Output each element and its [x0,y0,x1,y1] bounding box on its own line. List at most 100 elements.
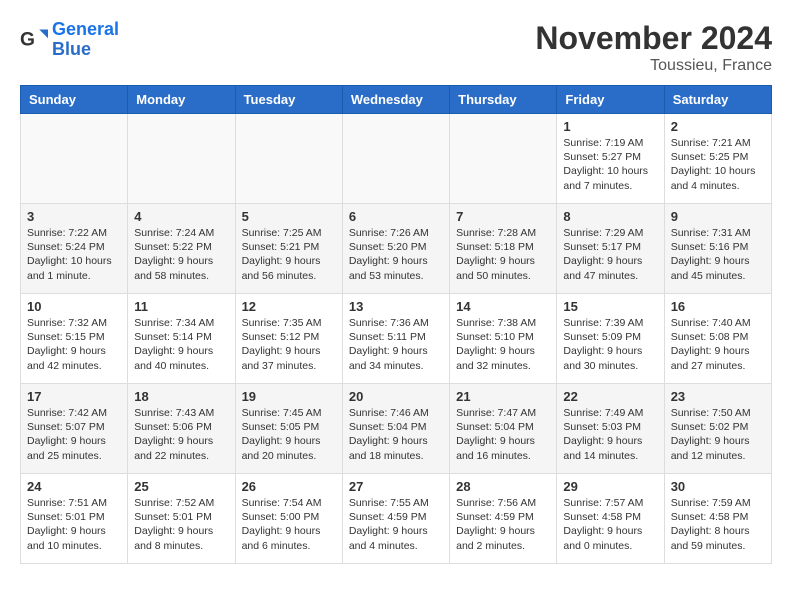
weekday-header-sunday: Sunday [21,86,128,114]
calendar-cell: 6 Sunrise: 7:26 AMSunset: 5:20 PMDaylight… [342,204,449,294]
day-info: Sunrise: 7:42 AMSunset: 5:07 PMDaylight:… [27,406,121,463]
day-info: Sunrise: 7:25 AMSunset: 5:21 PMDaylight:… [242,226,336,283]
calendar-cell [21,114,128,204]
day-number: 7 [456,209,550,224]
day-number: 21 [456,389,550,404]
calendar-cell: 29Sunrise: 7:57 AMSunset: 4:58 PMDayligh… [557,474,664,564]
day-number: 4 [134,209,228,224]
day-number: 17 [27,389,121,404]
calendar-cell: 17 Sunrise: 7:42 AMSunset: 5:07 PMDayligh… [21,384,128,474]
day-number: 22 [563,389,657,404]
day-number: 24 [27,479,121,494]
day-number: 20 [349,389,443,404]
day-info: Sunrise: 7:28 AMSunset: 5:18 PMDaylight:… [456,226,550,283]
calendar-cell: 10 Sunrise: 7:32 AMSunset: 5:15 PMDayligh… [21,294,128,384]
day-info: Sunrise: 7:26 AMSunset: 5:20 PMDaylight:… [349,226,443,283]
day-number: 3 [27,209,121,224]
calendar-cell: 11 Sunrise: 7:34 AMSunset: 5:14 PMDayligh… [128,294,235,384]
calendar-cell: 4 Sunrise: 7:24 AMSunset: 5:22 PMDaylight… [128,204,235,294]
day-info: Sunrise: 7:52 AMSunset: 5:01 PMDaylight:… [134,496,228,553]
week-row-4: 17 Sunrise: 7:42 AMSunset: 5:07 PMDayligh… [21,384,772,474]
day-number: 28 [456,479,550,494]
location: Toussieu, France [535,57,772,75]
calendar-cell: 21 Sunrise: 7:47 AMSunset: 5:04 PMDayligh… [450,384,557,474]
calendar-cell: 19Sunrise: 7:45 AMSunset: 5:05 PMDayligh… [235,384,342,474]
day-info: Sunrise: 7:21 AMSunset: 5:25 PMDaylight:… [671,136,765,193]
day-info: Sunrise: 7:31 AMSunset: 5:16 PMDaylight:… [671,226,765,283]
day-info: Sunrise: 7:38 AMSunset: 5:10 PMDaylight:… [456,316,550,373]
weekday-header-wednesday: Wednesday [342,86,449,114]
calendar-cell: 26 Sunrise: 7:54 AMSunset: 5:00 PMDayligh… [235,474,342,564]
calendar-cell: 5Sunrise: 7:25 AMSunset: 5:21 PMDaylight… [235,204,342,294]
weekday-header-saturday: Saturday [664,86,771,114]
day-number: 29 [563,479,657,494]
day-info: Sunrise: 7:46 AMSunset: 5:04 PMDaylight:… [349,406,443,463]
month-title: November 2024 [535,20,772,57]
day-info: Sunrise: 7:45 AMSunset: 5:05 PMDaylight:… [242,406,336,463]
day-number: 2 [671,119,765,134]
day-info: Sunrise: 7:59 AMSunset: 4:58 PMDaylight:… [671,496,765,553]
week-row-1: 1 Sunrise: 7:19 AMSunset: 5:27 PMDaylight… [21,114,772,204]
logo-line1: General [52,19,119,39]
weekday-header-monday: Monday [128,86,235,114]
calendar-cell: 27 Sunrise: 7:55 AMSunset: 4:59 PMDayligh… [342,474,449,564]
day-info: Sunrise: 7:22 AMSunset: 5:24 PMDaylight:… [27,226,121,283]
calendar-cell: 14 Sunrise: 7:38 AMSunset: 5:10 PMDayligh… [450,294,557,384]
calendar-cell: 3 Sunrise: 7:22 AMSunset: 5:24 PMDaylight… [21,204,128,294]
day-number: 9 [671,209,765,224]
day-number: 14 [456,299,550,314]
weekday-header-friday: Friday [557,86,664,114]
day-number: 15 [563,299,657,314]
day-info: Sunrise: 7:43 AMSunset: 5:06 PMDaylight:… [134,406,228,463]
day-number: 6 [349,209,443,224]
calendar-cell: 23 Sunrise: 7:50 AMSunset: 5:02 PMDayligh… [664,384,771,474]
calendar-cell: 2 Sunrise: 7:21 AMSunset: 5:25 PMDaylight… [664,114,771,204]
title-block: November 2024 Toussieu, France [535,20,772,75]
day-number: 1 [563,119,657,134]
calendar-cell: 18 Sunrise: 7:43 AMSunset: 5:06 PMDayligh… [128,384,235,474]
day-info: Sunrise: 7:55 AMSunset: 4:59 PMDaylight:… [349,496,443,553]
calendar-cell: 22Sunrise: 7:49 AMSunset: 5:03 PMDayligh… [557,384,664,474]
svg-text:G: G [20,29,35,50]
day-number: 23 [671,389,765,404]
calendar-cell: 9 Sunrise: 7:31 AMSunset: 5:16 PMDaylight… [664,204,771,294]
calendar-cell: 28Sunrise: 7:56 AMSunset: 4:59 PMDayligh… [450,474,557,564]
calendar-cell: 24Sunrise: 7:51 AMSunset: 5:01 PMDayligh… [21,474,128,564]
calendar-cell: 15Sunrise: 7:39 AMSunset: 5:09 PMDayligh… [557,294,664,384]
calendar-header-row: SundayMondayTuesdayWednesdayThursdayFrid… [21,86,772,114]
logo-text: General Blue [52,20,119,60]
calendar-cell: 13Sunrise: 7:36 AMSunset: 5:11 PMDayligh… [342,294,449,384]
day-info: Sunrise: 7:19 AMSunset: 5:27 PMDaylight:… [563,136,657,193]
calendar-cell: 12Sunrise: 7:35 AMSunset: 5:12 PMDayligh… [235,294,342,384]
logo: G General Blue [20,20,119,60]
day-info: Sunrise: 7:32 AMSunset: 5:15 PMDaylight:… [27,316,121,373]
calendar-cell: 30 Sunrise: 7:59 AMSunset: 4:58 PMDayligh… [664,474,771,564]
day-info: Sunrise: 7:24 AMSunset: 5:22 PMDaylight:… [134,226,228,283]
calendar-cell [235,114,342,204]
day-info: Sunrise: 7:29 AMSunset: 5:17 PMDaylight:… [563,226,657,283]
day-number: 13 [349,299,443,314]
day-info: Sunrise: 7:50 AMSunset: 5:02 PMDaylight:… [671,406,765,463]
week-row-3: 10 Sunrise: 7:32 AMSunset: 5:15 PMDayligh… [21,294,772,384]
calendar-cell: 1 Sunrise: 7:19 AMSunset: 5:27 PMDaylight… [557,114,664,204]
calendar-cell: 8Sunrise: 7:29 AMSunset: 5:17 PMDaylight… [557,204,664,294]
day-number: 30 [671,479,765,494]
day-number: 10 [27,299,121,314]
day-info: Sunrise: 7:47 AMSunset: 5:04 PMDaylight:… [456,406,550,463]
day-number: 26 [242,479,336,494]
day-info: Sunrise: 7:54 AMSunset: 5:00 PMDaylight:… [242,496,336,553]
day-number: 25 [134,479,228,494]
day-info: Sunrise: 7:34 AMSunset: 5:14 PMDaylight:… [134,316,228,373]
day-number: 27 [349,479,443,494]
page-header: G General Blue November 2024 Toussieu, F… [20,20,772,75]
calendar-cell: 20 Sunrise: 7:46 AMSunset: 5:04 PMDayligh… [342,384,449,474]
logo-icon: G [20,26,48,54]
calendar-cell: 16Sunrise: 7:40 AMSunset: 5:08 PMDayligh… [664,294,771,384]
logo-line2: Blue [52,39,91,59]
calendar-cell [128,114,235,204]
calendar-table: SundayMondayTuesdayWednesdayThursdayFrid… [20,85,772,564]
week-row-5: 24Sunrise: 7:51 AMSunset: 5:01 PMDayligh… [21,474,772,564]
day-number: 11 [134,299,228,314]
day-number: 18 [134,389,228,404]
calendar-cell [450,114,557,204]
